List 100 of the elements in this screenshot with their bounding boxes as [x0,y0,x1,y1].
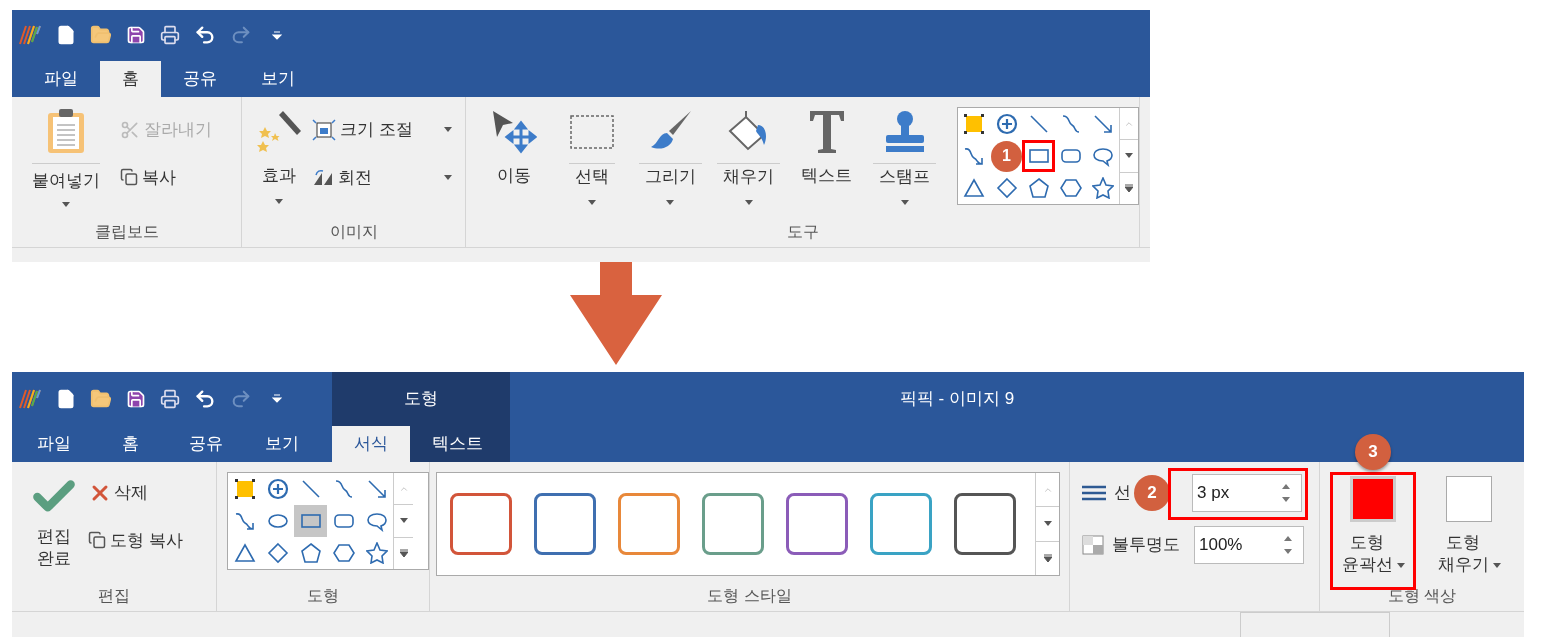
delete-button[interactable]: 삭제 [88,480,183,506]
line-icon [1027,113,1050,135]
rotate-button[interactable]: 회전 [312,164,452,190]
number-field[interactable]: 3 px [1192,474,1302,512]
open-folder-icon[interactable] [90,24,112,46]
context-tab-header: 도형 서식 텍스트 [332,372,510,462]
rotate-icon [312,167,334,188]
style-swatch[interactable] [534,493,596,555]
tool-button[interactable]: 그리기 [636,107,705,217]
diamond-icon [995,177,1018,199]
opacity-icon [1082,535,1104,555]
style-swatch[interactable] [786,493,848,555]
finish-editing-button[interactable]: 편집 완료 [26,472,82,581]
paste-button[interactable]: 붙여넣기 [26,107,106,217]
caret-icon [900,199,909,205]
more-icon [1043,554,1052,563]
tool-button[interactable]: 텍스트 [792,107,861,217]
diamond-icon [266,542,289,564]
pentagon-icon [1027,177,1050,199]
print-icon[interactable] [160,388,180,409]
move-icon [491,109,538,155]
caret-icon [588,199,597,205]
caret-icon [1397,563,1405,568]
clipboard-icon [46,107,86,155]
step-badge: 2 [1134,475,1170,511]
hexagon-icon [1059,177,1082,199]
style-swatch[interactable] [954,493,1016,555]
resize-button[interactable]: 크기 조절 [312,117,452,143]
shape-outline-button[interactable]: 도형 윤곽선 [1336,476,1410,576]
effects-button[interactable]: 효과 [254,107,304,217]
style-swatch[interactable] [702,493,764,555]
group-label: 도형 [306,586,340,606]
shape-fill-button[interactable]: 도형 채우기 [1432,476,1506,581]
handles-square-icon [233,478,256,500]
resize-icon [312,118,336,141]
window-title: 픽픽 - 이미지 9 [898,387,1016,410]
tool-button[interactable]: 이동 [480,107,549,217]
number-field[interactable]: 100% [1194,526,1304,564]
handles-square-icon [963,113,986,135]
undo-icon[interactable] [194,387,216,410]
pentagon-icon [299,542,322,564]
customize-menu-icon[interactable] [272,394,282,403]
style-swatch[interactable] [618,493,680,555]
triangle-icon [233,542,256,564]
open-folder-icon[interactable] [90,387,112,410]
speech-bubble-icon [365,510,388,532]
more-icon [399,549,408,558]
plus-circle-icon [995,113,1018,135]
ribbon-tab[interactable]: 공유 [168,426,244,462]
tool-button[interactable]: 채우기 [714,107,783,217]
arrow-icon [1091,113,1114,135]
star-icon [365,542,388,564]
caret-icon [444,127,452,133]
caret-icon [1493,563,1501,568]
logo-icon [18,387,42,410]
line-icon [299,478,322,500]
ribbon-tab[interactable]: 공유 [161,61,239,97]
ribbon-tab[interactable]: 파일 [22,61,100,97]
copy-icon [88,531,106,550]
ribbon-tab[interactable]: 파일 [16,426,92,462]
opacity-label: 불투명도 [1112,534,1181,557]
line-width-label: 선 [1114,482,1131,505]
spin-arrows-icon[interactable] [1281,482,1291,504]
save-icon[interactable] [126,388,146,409]
spin-arrows-icon[interactable] [1283,534,1293,556]
print-icon[interactable] [160,25,180,45]
group-label: 이미지 [328,222,379,242]
caret-icon [1124,153,1133,159]
new-file-icon[interactable] [56,388,76,409]
caret-icon [1043,521,1052,527]
copy-shape-button[interactable]: 도형 복사 [88,527,183,553]
curve-arrow-icon [963,145,986,167]
copy-button[interactable]: 복사 [120,164,212,190]
step-badge: 3 [1355,434,1391,470]
ribbon-tab[interactable]: 서식 [332,426,410,462]
caret-icon [744,199,753,205]
ribbon-tab[interactable]: 보기 [244,426,320,462]
group-label: 편집 [97,586,131,606]
caret-icon [275,198,283,204]
group-label: 도형 스타일 [706,586,793,606]
style-swatch[interactable] [870,493,932,555]
star-icon [1091,177,1114,199]
tool-button[interactable]: 스탬프 [870,107,939,217]
ribbon-tab[interactable]: 텍스트 [410,426,505,462]
ribbon-tab[interactable]: 보기 [239,61,317,97]
caret-icon [444,174,452,180]
group-label: 도구 [785,222,820,242]
undo-icon[interactable] [194,24,216,46]
ribbon-tab[interactable]: 홈 [100,61,161,97]
selection-rectangle-icon [569,112,616,152]
new-file-icon[interactable] [56,25,76,45]
style-swatch[interactable] [450,493,512,555]
save-icon[interactable] [126,25,146,45]
customize-menu-icon[interactable] [272,30,282,40]
group-label: 클립보드 [93,222,160,242]
caret-icon [666,199,675,205]
ribbon-tab[interactable]: 홈 [92,426,168,462]
caret-icon [62,201,70,207]
speech-bubble-icon [1091,145,1114,167]
tool-button[interactable]: 선택 [558,107,627,217]
